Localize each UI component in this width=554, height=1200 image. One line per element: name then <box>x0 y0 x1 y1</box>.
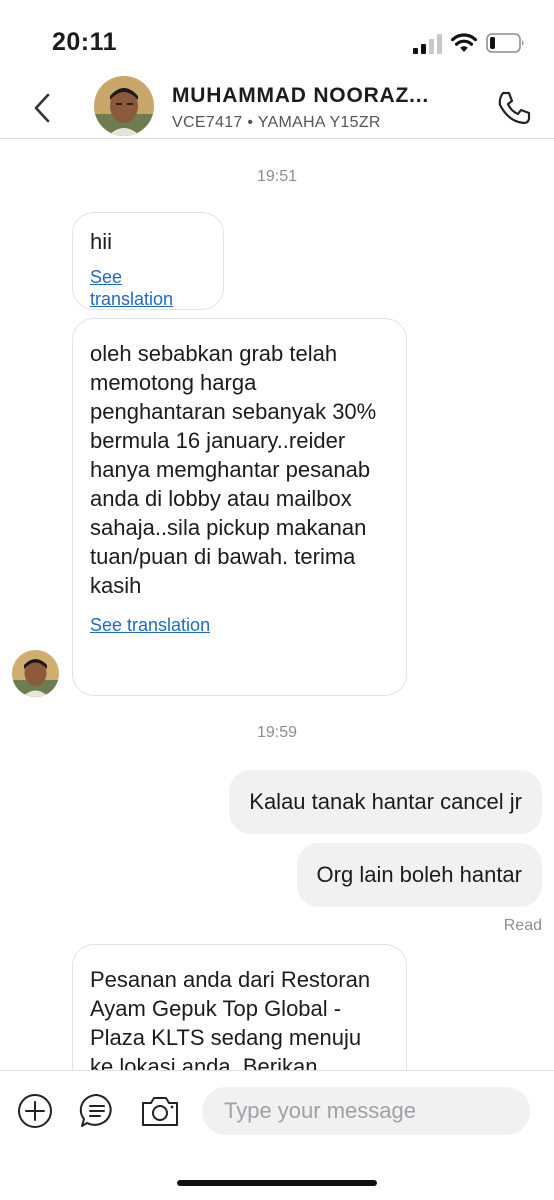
see-translation-link[interactable]: See translation <box>90 614 390 636</box>
outgoing-message-bubble[interactable]: Kalau tanak hantar cancel jr <box>229 770 542 834</box>
signal-icon <box>413 34 442 54</box>
timestamp: 19:51 <box>256 168 298 185</box>
incoming-message-bubble[interactable]: oleh sebabkan grab telah memotong harga … <box>72 318 407 696</box>
back-chevron-icon <box>34 93 50 123</box>
message-text: oleh sebabkan grab telah memotong harga … <box>90 341 377 598</box>
status-time: 20:11 <box>52 28 118 56</box>
message-text: Org lain boleh hantar <box>316 862 522 887</box>
message-text: Pesanan anda dari Restoran Ayam Gepuk To… <box>90 967 371 1079</box>
status-bar: 20:11 <box>0 0 554 72</box>
message-input[interactable] <box>202 1087 530 1135</box>
quick-reply-icon[interactable] <box>79 1093 115 1129</box>
wifi-icon <box>451 33 477 52</box>
home-indicator <box>177 1180 377 1186</box>
message-composer <box>0 1070 554 1200</box>
avatar[interactable] <box>12 650 59 697</box>
back-button[interactable] <box>26 88 58 128</box>
vehicle-info: VCE7417 • YAMAHA Y15ZR <box>172 114 381 131</box>
chat-screen: 20:11 MUHAMMAD NOORAZ... VCE7417 • YAMAH… <box>0 0 554 1200</box>
outgoing-message-bubble[interactable]: Org lain boleh hantar <box>296 843 542 907</box>
contact-name[interactable]: MUHAMMAD NOORAZ... <box>172 84 462 108</box>
message-text: hii <box>90 229 113 254</box>
camera-icon[interactable] <box>141 1093 179 1129</box>
phone-icon[interactable] <box>494 88 534 128</box>
timestamp: 19:59 <box>256 724 298 741</box>
see-translation-link[interactable]: See translation <box>90 266 207 310</box>
add-icon[interactable] <box>17 1093 53 1129</box>
read-receipt: Read <box>503 917 542 934</box>
chat-header: MUHAMMAD NOORAZ... VCE7417 • YAMAHA Y15Z… <box>0 72 554 139</box>
incoming-message-bubble[interactable]: hii See translation <box>72 212 224 310</box>
avatar[interactable] <box>94 76 154 136</box>
message-text: Kalau tanak hantar cancel jr <box>249 789 522 814</box>
battery-icon <box>486 33 524 53</box>
